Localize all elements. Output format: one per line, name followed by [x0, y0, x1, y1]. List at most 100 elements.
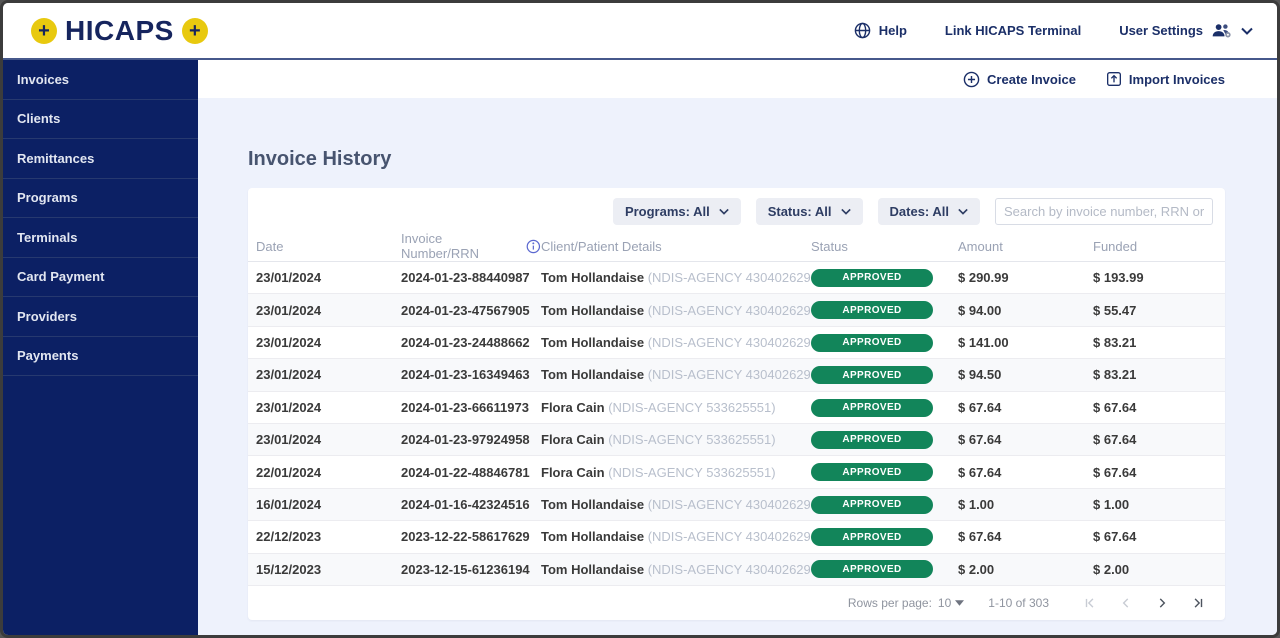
- users-gear-icon: [1211, 22, 1233, 39]
- create-invoice-button[interactable]: Create Invoice: [963, 71, 1076, 88]
- cell-date: 22/12/2023: [256, 529, 401, 544]
- cell-client-details: Flora Cain (NDIS-AGENCY 533625551): [541, 465, 811, 480]
- cell-funded: $ 2.00: [1093, 562, 1217, 577]
- cell-amount: $ 1.00: [958, 497, 1093, 512]
- app-window: + HICAPS + Help Link HICAPS Terminal Use…: [0, 0, 1280, 638]
- sidebar-item-clients[interactable]: Clients: [3, 100, 198, 140]
- import-invoices-button[interactable]: Import Invoices: [1106, 71, 1225, 87]
- sidebar-item-label: Terminals: [17, 230, 77, 245]
- sidebar-item-card-payment[interactable]: Card Payment: [3, 258, 198, 298]
- client-agency: (NDIS-AGENCY 430402629): [648, 497, 811, 512]
- top-header: + HICAPS + Help Link HICAPS Terminal Use…: [3, 3, 1277, 60]
- cell-invoice-number: 2024-01-16-42324516: [401, 497, 541, 512]
- previous-page-button[interactable]: [1113, 590, 1139, 616]
- cell-funded: $ 55.47: [1093, 303, 1217, 318]
- sidebar-item-label: Remittances: [17, 151, 94, 166]
- table-row[interactable]: 16/01/2024 2024-01-16-42324516 Tom Holla…: [248, 489, 1225, 521]
- globe-icon: [854, 22, 871, 39]
- user-settings-menu[interactable]: User Settings: [1119, 22, 1253, 39]
- sidebar-item-payments[interactable]: Payments: [3, 337, 198, 377]
- client-agency: (NDIS-AGENCY 533625551): [608, 400, 775, 415]
- programs-filter-dropdown[interactable]: Programs: All: [613, 198, 741, 225]
- client-agency: (NDIS-AGENCY 430402629): [648, 529, 811, 544]
- sidebar-nav: Invoices Clients Remittances Programs Te…: [3, 60, 198, 635]
- status-filter-dropdown[interactable]: Status: All: [756, 198, 863, 225]
- first-page-icon: [1083, 596, 1097, 610]
- rows-per-page-control[interactable]: Rows per page: 10: [848, 596, 964, 610]
- dates-filter-label: Dates: All: [890, 204, 949, 219]
- cell-status: APPROVED: [811, 333, 958, 352]
- status-badge: APPROVED: [811, 463, 933, 481]
- status-badge: APPROVED: [811, 366, 933, 384]
- cell-date: 23/01/2024: [256, 335, 401, 350]
- last-page-icon: [1191, 596, 1205, 610]
- info-icon[interactable]: [526, 239, 541, 254]
- table-row[interactable]: 15/12/2023 2023-12-15-61236194 Tom Holla…: [248, 554, 1225, 586]
- table-row[interactable]: 23/01/2024 2024-01-23-66611973 Flora Cai…: [248, 392, 1225, 424]
- logo-plus-icon: +: [31, 18, 57, 44]
- client-name: Tom Hollandaise: [541, 497, 644, 512]
- cell-invoice-number: 2024-01-22-48846781: [401, 465, 541, 480]
- cell-amount: $ 67.64: [958, 465, 1093, 480]
- cell-client-details: Flora Cain (NDIS-AGENCY 533625551): [541, 432, 811, 447]
- cell-date: 23/01/2024: [256, 270, 401, 285]
- first-page-button[interactable]: [1077, 590, 1103, 616]
- cell-invoice-number: 2023-12-22-58617629: [401, 529, 541, 544]
- table-row[interactable]: 23/01/2024 2024-01-23-16349463 Tom Holla…: [248, 359, 1225, 391]
- sidebar-item-invoices[interactable]: Invoices: [3, 60, 198, 100]
- client-name: Flora Cain: [541, 432, 605, 447]
- status-badge: APPROVED: [811, 269, 933, 287]
- client-name: Tom Hollandaise: [541, 335, 644, 350]
- cell-amount: $ 290.99: [958, 270, 1093, 285]
- cell-client-details: Tom Hollandaise (NDIS-AGENCY 430402629): [541, 367, 811, 382]
- cell-status: APPROVED: [811, 528, 958, 547]
- table-row[interactable]: 23/01/2024 2024-01-23-97924958 Flora Cai…: [248, 424, 1225, 456]
- table-row[interactable]: 23/01/2024 2024-01-23-47567905 Tom Holla…: [248, 294, 1225, 326]
- cell-funded: $ 67.64: [1093, 400, 1217, 415]
- status-badge: APPROVED: [811, 496, 933, 514]
- cell-status: APPROVED: [811, 268, 958, 287]
- pagination-bar: Rows per page: 10 1-10 of 303: [248, 586, 1225, 620]
- cell-client-details: Tom Hollandaise (NDIS-AGENCY 430402629): [541, 497, 811, 512]
- client-name: Flora Cain: [541, 465, 605, 480]
- status-badge: APPROVED: [811, 560, 933, 578]
- cell-funded: $ 83.21: [1093, 367, 1217, 382]
- page-title: Invoice History: [248, 148, 1225, 171]
- last-page-button[interactable]: [1185, 590, 1211, 616]
- cell-status: APPROVED: [811, 463, 958, 482]
- cell-amount: $ 94.50: [958, 367, 1093, 382]
- user-settings-label: User Settings: [1119, 23, 1203, 38]
- sidebar-item-label: Clients: [17, 111, 60, 126]
- cell-invoice-number: 2024-01-23-66611973: [401, 400, 541, 415]
- cell-status: APPROVED: [811, 366, 958, 385]
- sidebar-item-remittances[interactable]: Remittances: [3, 139, 198, 179]
- table-row[interactable]: 22/12/2023 2023-12-22-58617629 Tom Holla…: [248, 521, 1225, 553]
- help-link[interactable]: Help: [854, 22, 907, 39]
- col-header-client: Client/Patient Details: [541, 239, 811, 254]
- link-hicaps-terminal[interactable]: Link HICAPS Terminal: [945, 23, 1081, 38]
- cell-amount: $ 67.64: [958, 432, 1093, 447]
- cell-client-details: Flora Cain (NDIS-AGENCY 533625551): [541, 400, 811, 415]
- cell-funded: $ 83.21: [1093, 335, 1217, 350]
- cell-client-details: Tom Hollandaise (NDIS-AGENCY 430402629): [541, 529, 811, 544]
- main-area: Create Invoice Import Invoices Invoice H…: [198, 60, 1277, 635]
- top-nav: Help Link HICAPS Terminal User Settings: [854, 22, 1253, 39]
- search-input[interactable]: [995, 198, 1213, 225]
- sidebar-item-providers[interactable]: Providers: [3, 297, 198, 337]
- sidebar-item-terminals[interactable]: Terminals: [3, 218, 198, 258]
- sidebar-item-programs[interactable]: Programs: [3, 179, 198, 219]
- chevron-down-icon: [719, 208, 729, 215]
- help-label: Help: [879, 23, 907, 38]
- chevron-left-icon: [1119, 596, 1133, 610]
- cell-amount: $ 67.64: [958, 529, 1093, 544]
- table-row[interactable]: 22/01/2024 2024-01-22-48846781 Flora Cai…: [248, 456, 1225, 488]
- col-header-invoice-label: Invoice Number/RRN: [401, 231, 521, 261]
- dropdown-arrow-icon: [955, 600, 964, 606]
- client-agency: (NDIS-AGENCY 533625551): [608, 432, 775, 447]
- next-page-button[interactable]: [1149, 590, 1175, 616]
- client-agency: (NDIS-AGENCY 430402629): [648, 335, 811, 350]
- table-row[interactable]: 23/01/2024 2024-01-23-88440987 Tom Holla…: [248, 262, 1225, 294]
- dates-filter-dropdown[interactable]: Dates: All: [878, 198, 980, 225]
- table-row[interactable]: 23/01/2024 2024-01-23-24488662 Tom Holla…: [248, 327, 1225, 359]
- cell-date: 16/01/2024: [256, 497, 401, 512]
